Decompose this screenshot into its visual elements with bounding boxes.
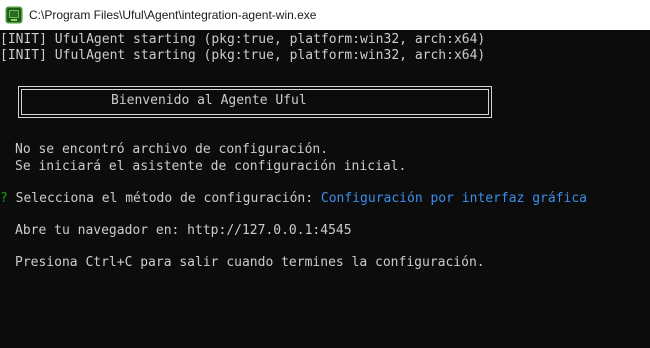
- console-window: C:\Program Files\Uful\Agent\integration-…: [0, 0, 650, 348]
- config-method-prompt: ? Selecciona el método de configuración:…: [0, 191, 587, 207]
- window-title: C:\Program Files\Uful\Agent\integration-…: [29, 8, 317, 22]
- title-bar[interactable]: C:\Program Files\Uful\Agent\integration-…: [0, 0, 650, 30]
- welcome-banner: Bienvenido al Agente Uful: [18, 86, 492, 118]
- wizard-notice-message: Se iniciará el asistente de configuració…: [15, 159, 407, 174]
- welcome-banner-text: Bienvenido al Agente Uful: [111, 93, 307, 108]
- prompt-answer: Configuración por interfaz gráfica: [320, 191, 588, 206]
- browser-url-message: Abre tu navegador en: http://127.0.0.1:4…: [15, 223, 352, 238]
- exit-instruction-message: Presiona Ctrl+C para salir cuando termin…: [15, 255, 485, 270]
- config-missing-message: No se encontró archivo de configuración.: [15, 142, 329, 157]
- init-line: [INIT] UfulAgent starting (pkg:true, pla…: [0, 48, 486, 63]
- init-line: [INIT] UfulAgent starting (pkg:true, pla…: [0, 32, 486, 47]
- prompt-marker: ?: [0, 191, 8, 206]
- terminal-app-icon: [5, 6, 23, 24]
- console-output[interactable]: [INIT] UfulAgent starting (pkg:true, pla…: [0, 30, 650, 348]
- prompt-question: Selecciona el método de configuración:: [15, 191, 314, 206]
